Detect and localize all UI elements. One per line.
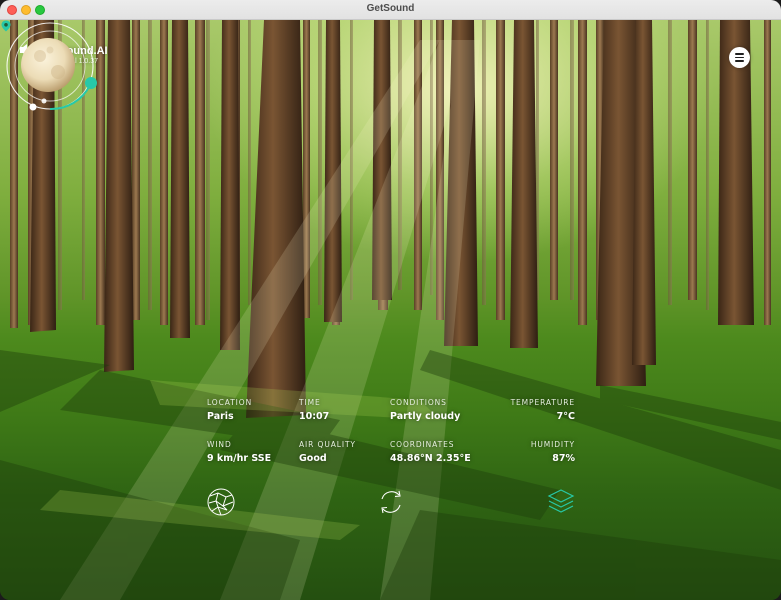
wind-label: WIND [207,440,232,449]
air-quality-label: AIR QUALITY [299,440,356,449]
location-value: Paris [207,411,234,422]
app-window: GetSound GetSound.AI 1.0.37 LOCATION Par… [0,0,781,600]
wind-value: 9 km/hr SSE [207,453,272,464]
moon-orb-icon[interactable] [0,20,100,130]
humidity-value: 87% [552,453,575,464]
location-pin-icon [1,20,11,32]
globe-icon[interactable] [206,487,236,517]
wind-info: WIND 9 km/hr SSE [207,440,271,464]
humidity-info: HUMIDITY 87% [495,440,575,464]
time-value: 10:07 [299,411,330,422]
coordinates-info: COORDINATES 48.86°N 2.35°E [390,440,471,464]
coordinates-value: 48.86°N 2.35°E [390,453,471,464]
forest-background: GetSound.AI Personal 1.0.37 [0,20,781,600]
window-title: GetSound [366,3,415,14]
time-label: TIME [299,398,321,407]
temperature-value: 7°C [556,411,575,422]
layers-icon[interactable] [546,487,576,517]
conditions-info: CONDITIONS Partly cloudy [390,398,460,422]
conditions-value: Partly cloudy [390,411,461,422]
humidity-label: HUMIDITY [530,440,575,449]
coordinates-label: COORDINATES [390,440,455,449]
time-info: TIME 10:07 [299,398,329,422]
location-info: LOCATION Paris [207,398,252,422]
refresh-icon[interactable] [376,487,406,517]
temperature-info: TEMPERATURE 7°C [495,398,575,422]
hamburger-menu-icon[interactable] [729,47,750,68]
temperature-label: TEMPERATURE [510,398,575,407]
air-quality-value: Good [299,453,327,464]
location-label: LOCATION [207,398,253,407]
air-quality-info: AIR QUALITY Good [299,440,356,464]
conditions-label: CONDITIONS [390,398,447,407]
title-bar: GetSound [0,0,781,20]
